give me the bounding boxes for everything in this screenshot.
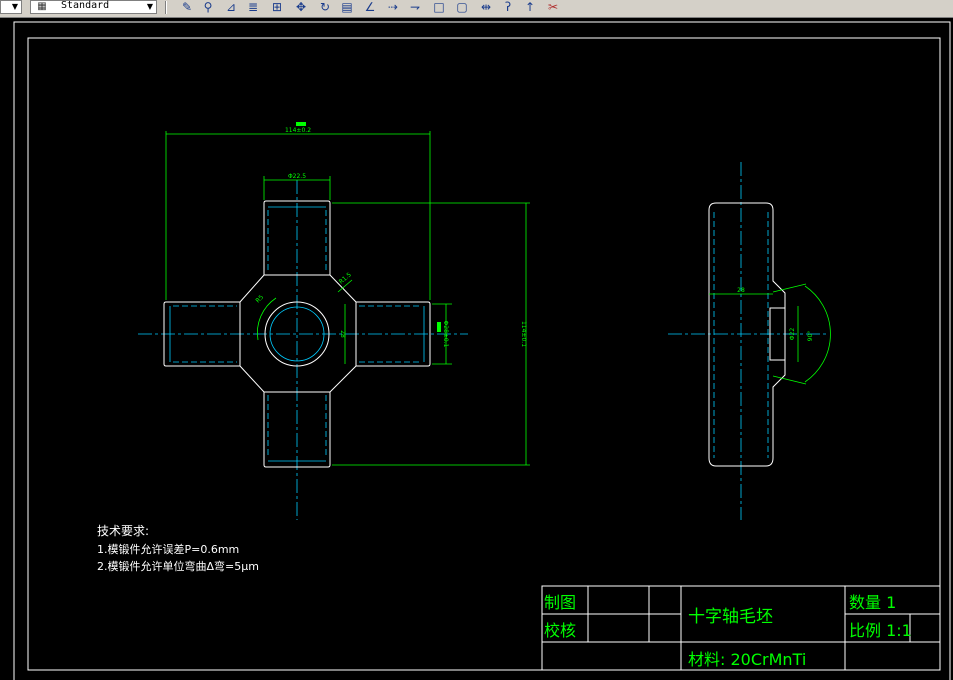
- edit-icon[interactable]: ✎: [180, 0, 194, 14]
- drawing-canvas[interactable]: R5 R1.5 114±0.2 Φ22.5 114±0.1 28 Φ28±0.1: [0, 18, 953, 680]
- pick-icon[interactable]: ⚲: [201, 0, 215, 14]
- text-align-icon[interactable]: ⊿: [224, 0, 238, 14]
- dim-overall-height: 114±0.1: [520, 321, 527, 347]
- table-icon[interactable]: ▤: [340, 0, 354, 14]
- move-icon[interactable]: ✥: [294, 0, 308, 14]
- dim-top-width: Φ22.5: [288, 173, 306, 180]
- question-icon[interactable]: ʔ: [501, 0, 515, 14]
- notes-line-1: 1.模锻件允许误差P=0.6mm: [97, 542, 239, 556]
- chevron-down-icon: ▼: [11, 2, 19, 11]
- tools-icon[interactable]: ✂: [546, 0, 560, 14]
- notes-heading: 技术要求:: [97, 524, 149, 538]
- layer-select[interactable]: ▼: [0, 0, 22, 14]
- text-style-select[interactable]: ▦ Standard ▼: [30, 0, 157, 14]
- dim-overall-width: 114±0.2: [285, 127, 311, 134]
- chevron-down-icon: ▼: [146, 2, 154, 11]
- material-label: 材料: 20CrMnTi: [688, 650, 806, 669]
- rectangle-icon[interactable]: □: [432, 0, 446, 14]
- rotate-icon[interactable]: ↻: [318, 0, 332, 14]
- angle-icon[interactable]: ∠: [363, 0, 377, 14]
- dim-right-dia: Φ28±0.1: [442, 321, 449, 348]
- dimension-icon[interactable]: ⇹: [479, 0, 493, 14]
- dim-side-angle: 90°: [807, 331, 814, 342]
- check-label: 校核: [544, 621, 576, 640]
- help-icon[interactable]: ↑: [523, 0, 537, 14]
- qty-label: 数量 1: [849, 593, 896, 612]
- dim-hub: 28: [339, 330, 346, 338]
- toolbar: ▼ ▦ Standard ▼ ✎ ⚲ ⊿ ≣ ⊞ ✥ ↻ ▤ ∠ ⇢ ⇁ □ ▢…: [0, 0, 953, 18]
- line-dash-icon[interactable]: ⇢: [386, 0, 400, 14]
- line-arrow-icon[interactable]: ⇁: [408, 0, 422, 14]
- text-style-value: Standard: [61, 0, 110, 11]
- stack-icon[interactable]: ≣: [246, 0, 260, 14]
- part-name: 十字轴毛坯: [688, 607, 773, 627]
- draw-label: 制图: [544, 593, 576, 612]
- grid-icon[interactable]: ⊞: [270, 0, 284, 14]
- square-icon[interactable]: ▢: [455, 0, 469, 14]
- notes-line-2: 2.模锻件允许单位弯曲Δ弯=5μm: [97, 559, 259, 573]
- scale-label: 比例 1:1: [849, 621, 912, 640]
- toolbar-separator: [165, 1, 167, 14]
- text-style-icon: ▦: [37, 1, 47, 12]
- dim-side-width: 28: [737, 287, 745, 294]
- dim-side-dia: Φ22: [789, 328, 796, 341]
